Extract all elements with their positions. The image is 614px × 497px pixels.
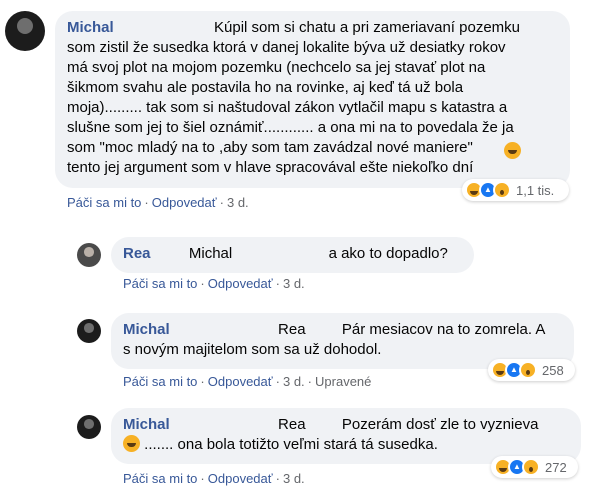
avatar[interactable] xyxy=(77,243,101,267)
reply-button[interactable]: Odpovedať xyxy=(208,374,273,389)
timestamp[interactable]: 3 d. xyxy=(283,471,305,486)
comment-text: Pár mesiacov na to zomrela. A xyxy=(341,321,546,338)
avatar[interactable] xyxy=(77,319,101,343)
like-button[interactable]: Páči sa mi to xyxy=(123,471,197,486)
reaction-summary[interactable]: 272 xyxy=(491,456,578,478)
reply-button[interactable]: Odpovedať xyxy=(208,276,273,291)
timestamp[interactable]: 3 d. xyxy=(227,195,249,210)
comment-author[interactable]: Michal xyxy=(123,321,170,338)
reaction-count: 272 xyxy=(545,459,567,475)
avatar[interactable] xyxy=(77,415,101,439)
wow-reaction-icon xyxy=(522,458,540,476)
reaction-count: 258 xyxy=(542,362,564,378)
wow-reaction-icon xyxy=(519,361,537,379)
comment-actions: Páči sa mi to · Odpovedať · 3 d. xyxy=(123,471,305,486)
timestamp[interactable]: 3 d. xyxy=(283,374,305,389)
grinning-sweat-emoji-icon xyxy=(504,142,521,159)
reply-button[interactable]: Odpovedať xyxy=(208,471,273,486)
like-button[interactable]: Páči sa mi to xyxy=(123,374,197,389)
comment-bubble: Rea Michal a ako to dopadlo? xyxy=(111,237,474,273)
mention-tag[interactable]: Rea xyxy=(278,416,306,433)
avatar[interactable] xyxy=(5,11,45,51)
mention-tag[interactable]: Michal xyxy=(189,245,232,262)
comment-text: som zistil že susedka ktorá v danej loka… xyxy=(67,39,514,156)
reply-button[interactable]: Odpovedať xyxy=(152,195,217,210)
wow-reaction-icon xyxy=(493,181,511,199)
comment-actions: Páči sa mi to · Odpovedať · 3 d. xyxy=(67,195,249,210)
comment-text: ....... ona bola totižto veľmi stará tá … xyxy=(144,436,438,453)
comment-text: s novým majitelom som sa už dohodol. xyxy=(123,341,382,358)
grinning-sweat-emoji-icon xyxy=(123,435,140,452)
reaction-summary[interactable]: 1,1 tis. xyxy=(462,179,569,201)
mention-tag[interactable]: Rea xyxy=(278,321,306,338)
comment-author[interactable]: Rea xyxy=(123,245,151,262)
comment-author[interactable]: Michal xyxy=(123,416,170,433)
comment-author[interactable]: Michal xyxy=(67,19,114,36)
comment-text: Kúpil som si chatu a pri zameriavaní poz… xyxy=(214,19,521,36)
reaction-count: 1,1 tis. xyxy=(516,182,555,198)
comment-actions: Páči sa mi to · Odpovedať · 3 d. · Upravené xyxy=(123,374,372,389)
comment-text: a ako to dopadlo? xyxy=(328,245,448,262)
reaction-summary[interactable]: 258 xyxy=(488,359,575,381)
timestamp[interactable]: 3 d. xyxy=(283,276,305,291)
comment-bubble: Michal Kúpil som si chatu a pri zameriav… xyxy=(55,11,570,188)
comment-text: Pozerám dosť zle to vyznieva xyxy=(341,416,539,433)
comment-text: tento jej argument som v hlave spracováv… xyxy=(67,159,474,176)
like-button[interactable]: Páči sa mi to xyxy=(67,195,141,210)
edited-label: Upravené xyxy=(315,374,372,389)
comment-actions: Páči sa mi to · Odpovedať · 3 d. xyxy=(123,276,305,291)
like-button[interactable]: Páči sa mi to xyxy=(123,276,197,291)
